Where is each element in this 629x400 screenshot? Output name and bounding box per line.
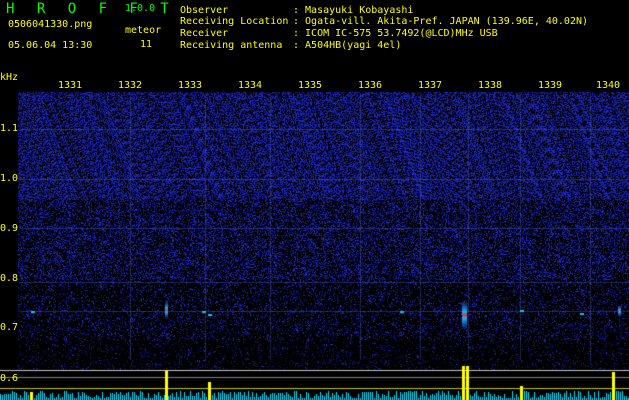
x-tick-label: 1331 <box>58 80 83 91</box>
info-key-observer: Observer <box>180 5 229 16</box>
file-datetime: 05.06.04 13:30 <box>8 40 93 51</box>
info-key-receiver: Receiver <box>180 28 229 39</box>
y-tick-label: 1.0 <box>0 173 19 184</box>
file-name: 0506041330.png <box>8 19 93 30</box>
x-tick-label: 1337 <box>418 80 443 91</box>
y-tick-label: 0.9 <box>0 223 19 234</box>
spectrogram-canvas <box>0 80 629 400</box>
info-value-receiver: : ICOM IC-575 53.7492(@LCD)MHz USB <box>293 28 498 39</box>
hroft-window: H R O F F T 1.0.0 0506041330.png meteor … <box>0 0 629 400</box>
x-tick-label: 1339 <box>538 80 563 91</box>
info-value-antenna: : A504HB(yagi 4el) <box>293 40 402 51</box>
y-tick-label: 0.7 <box>0 322 19 333</box>
info-value-observer: : Masayuki Kobayashi <box>293 5 414 16</box>
info-value-location: : Ogata-vill. Akita-Pref. JAPAN (139.96E… <box>293 16 589 27</box>
x-tick-label: 1336 <box>358 80 383 91</box>
app-version: 1.0.0 <box>125 3 156 14</box>
info-key-antenna: Receiving antenna <box>180 40 283 51</box>
x-tick-label: 1338 <box>478 80 503 91</box>
x-tick-label: 1333 <box>178 80 203 91</box>
x-tick-label: 1335 <box>298 80 323 91</box>
x-tick-label: 1340 <box>596 80 621 91</box>
y-tick-label: 0.8 <box>0 273 19 284</box>
meteor-label: meteor <box>125 25 162 36</box>
y-tick-label: 1.1 <box>0 123 19 134</box>
y-tick-label: 0.6 <box>0 373 19 384</box>
x-tick-label: 1332 <box>118 80 143 91</box>
x-tick-label: 1334 <box>238 80 263 91</box>
y-axis-unit: kHz <box>0 72 19 83</box>
info-key-location: Receiving Location <box>180 16 289 27</box>
meteor-count: 11 <box>140 39 153 50</box>
